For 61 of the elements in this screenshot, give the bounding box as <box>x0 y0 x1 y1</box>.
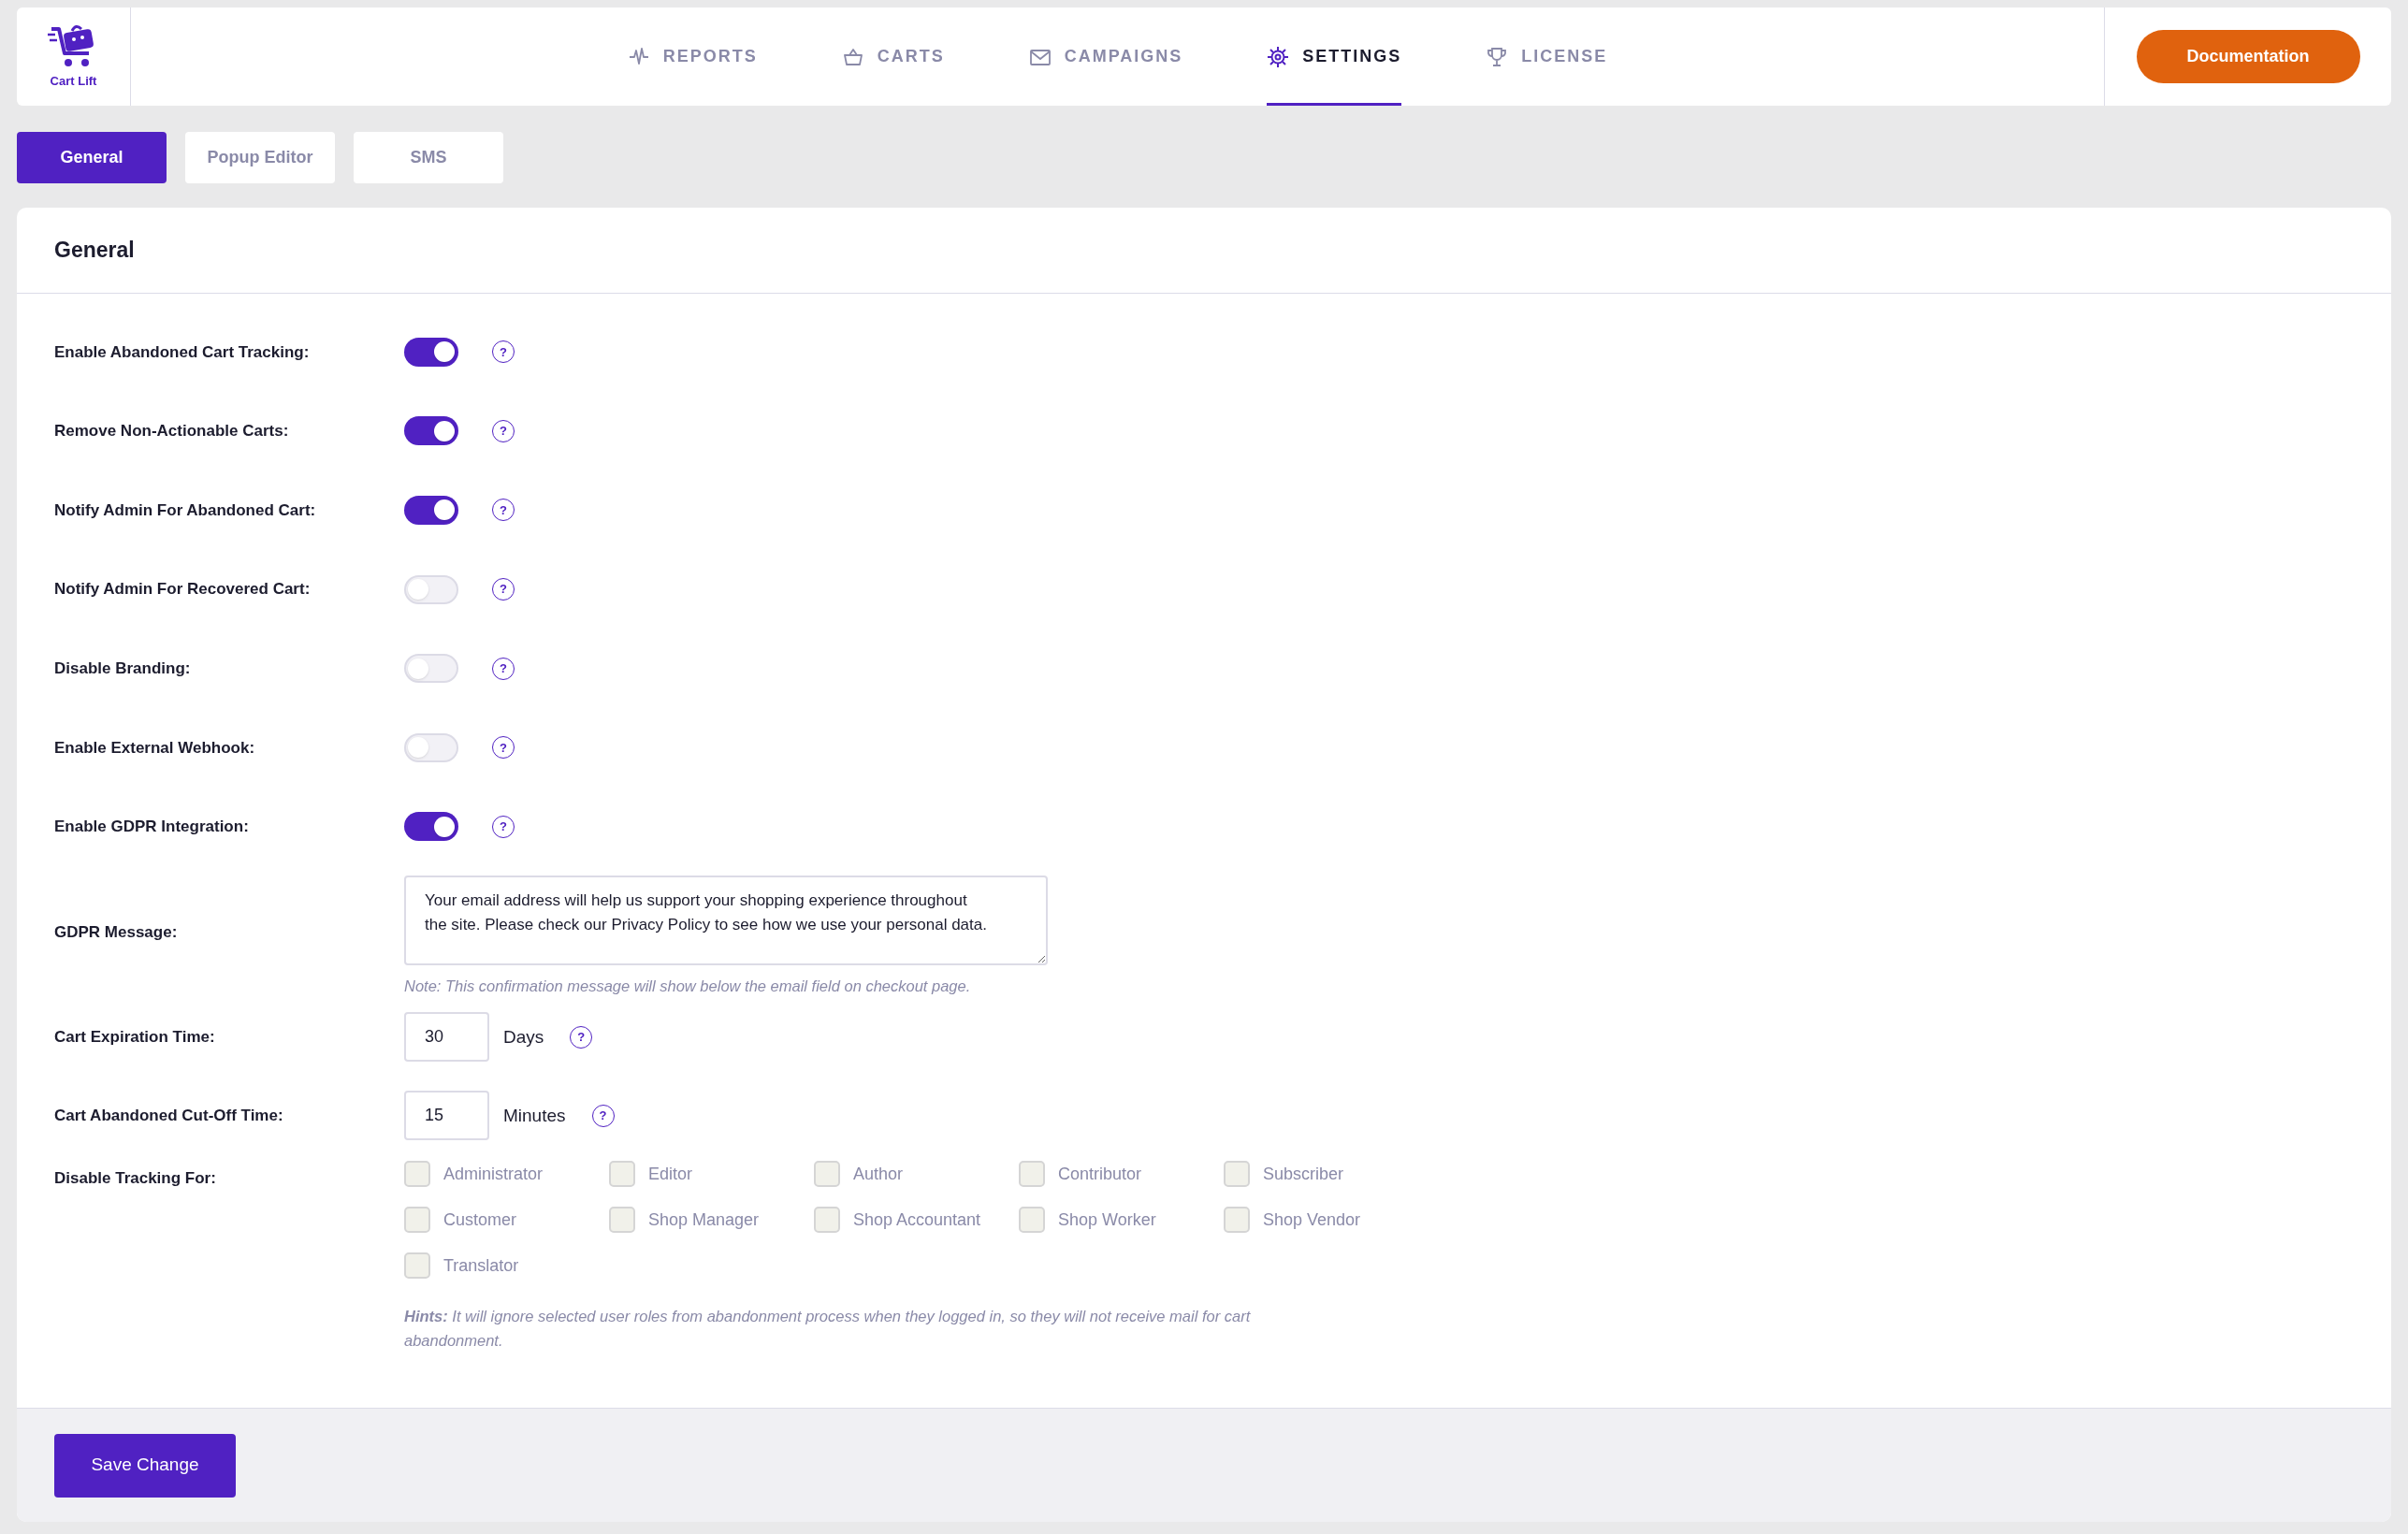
checkbox-label[interactable]: Editor <box>648 1161 693 1187</box>
setting-label: Disable Branding: <box>54 658 192 679</box>
nav-tab[interactable]: REPORTS <box>627 7 758 106</box>
number-field[interactable]: 15 <box>404 1091 489 1141</box>
save-change-button[interactable]: Save Change <box>54 1433 236 1498</box>
setting-label: Cart Abandoned Cut-Off Time: <box>54 1106 284 1127</box>
hint-text: Hints: It will ignore selected user roles from abandonment process when they logged in, so they will not receive mail for cart abandonment. <box>404 1306 1252 1351</box>
setting-label: Disable Tracking For: <box>54 1167 217 1189</box>
setting-label: Enable GDPR Integration: <box>54 817 250 838</box>
panel-title: General <box>54 237 135 265</box>
nav-tab[interactable]: CAMPAIGNS <box>1028 7 1183 106</box>
nav-tab[interactable]: LICENSE <box>1486 7 1608 106</box>
setting-label: Notify Admin For Abandoned Cart: <box>54 499 317 521</box>
checkbox[interactable] <box>404 1207 430 1234</box>
trophy-icon <box>1486 45 1509 68</box>
checkbox[interactable] <box>1019 1161 1045 1188</box>
documentation-button[interactable]: Documentation <box>2136 30 2360 83</box>
checkbox-label[interactable]: Shop Manager <box>648 1207 760 1233</box>
checkbox[interactable] <box>1019 1207 1045 1234</box>
gdpr-message-field[interactable]: Your email address will help us support your shopping experience throughout the site. Please check our Privacy Policy to see how we use your personal data. <box>404 876 1048 966</box>
setting-label: Remove Non-Actionable Carts: <box>54 421 290 442</box>
field-note: Note: This confirmation message will show below the email field on checkout page. <box>404 977 972 997</box>
number-field[interactable]: 30 <box>404 1012 489 1063</box>
section-tab[interactable]: Popup Editor <box>185 132 335 183</box>
nav-tab[interactable]: CARTS <box>841 7 945 106</box>
nav-tab[interactable]: SETTINGS <box>1267 7 1402 106</box>
checkbox-label[interactable]: Shop Accountant <box>853 1207 981 1233</box>
toggle-switch[interactable] <box>404 574 458 604</box>
settings-icon <box>1267 45 1290 68</box>
checkbox[interactable] <box>404 1161 430 1188</box>
logo-text: Cart Lift <box>50 72 97 90</box>
checkbox-label[interactable]: Subscriber <box>1263 1161 1344 1187</box>
checkbox-label[interactable]: Administrator <box>443 1161 544 1187</box>
unit-label: Minutes <box>503 1104 566 1127</box>
toggle-switch[interactable] <box>404 416 458 446</box>
checkbox-label[interactable]: Shop Vendor <box>1263 1207 1361 1233</box>
toggle-switch[interactable] <box>404 812 458 842</box>
checkbox[interactable] <box>609 1207 635 1234</box>
checkbox-label[interactable]: Customer <box>443 1207 517 1233</box>
checkbox-label[interactable]: Author <box>853 1161 904 1187</box>
checkbox[interactable] <box>404 1252 430 1280</box>
toggle-switch[interactable] <box>404 732 458 762</box>
toggle-switch[interactable] <box>404 654 458 684</box>
section-tab[interactable]: General <box>17 132 167 183</box>
checkbox[interactable] <box>814 1207 840 1234</box>
checkbox[interactable] <box>814 1161 840 1188</box>
setting-label: Enable External Webhook: <box>54 737 256 759</box>
setting-label: Enable Abandoned Cart Tracking: <box>54 341 311 363</box>
setting-label: Cart Expiration Time: <box>54 1027 216 1049</box>
checkbox-label[interactable]: Shop Worker <box>1058 1207 1156 1233</box>
setting-label: Notify Admin For Recovered Cart: <box>54 579 312 601</box>
toggle-switch[interactable] <box>404 337 458 367</box>
checkbox-label[interactable]: Translator <box>443 1252 519 1279</box>
setting-label: GDPR Message: <box>54 922 179 944</box>
unit-label: Days <box>503 1025 544 1049</box>
checkbox-label[interactable]: Contributor <box>1058 1161 1142 1187</box>
checkbox[interactable] <box>1224 1161 1250 1188</box>
checkbox[interactable] <box>1224 1207 1250 1234</box>
checkbox[interactable] <box>609 1161 635 1188</box>
section-tab[interactable]: SMS <box>354 132 503 183</box>
toggle-switch[interactable] <box>404 496 458 525</box>
